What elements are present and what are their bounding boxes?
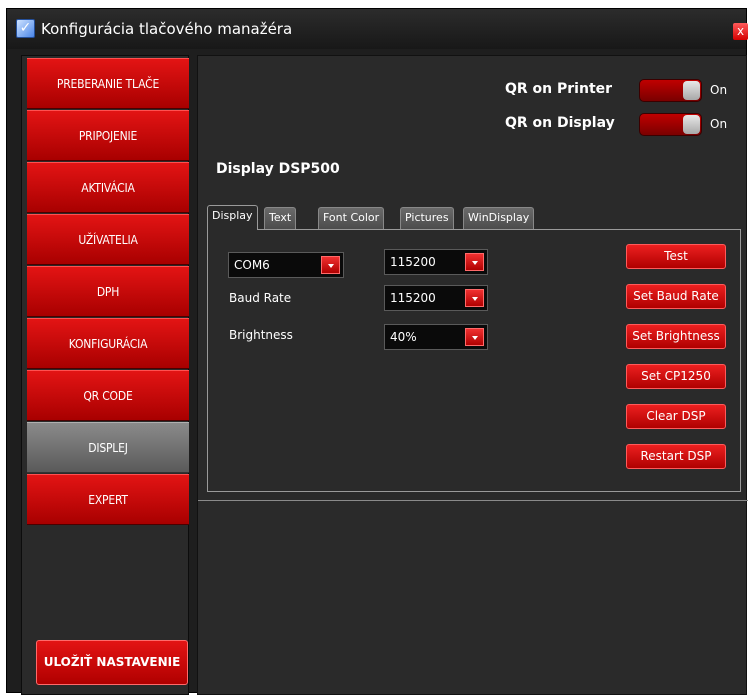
chevron-down-icon — [465, 253, 484, 271]
main-panel: QR on Printer On QR on Display On Displa… — [197, 55, 748, 695]
sidebar: PREBERANIE TLAČE PRIPOJENIE AKTIVÁCIA UŽ… — [21, 55, 189, 695]
restart-dsp-button[interactable]: Restart DSP — [626, 444, 726, 469]
baud-rate-label: Baud Rate — [229, 291, 292, 305]
sidebar-item-aktivacia[interactable]: AKTIVÁCIA — [27, 162, 189, 213]
sidebar-item-konfiguracia[interactable]: KONFIGURÁCIA — [27, 318, 189, 369]
qr-display-state: On — [710, 117, 728, 131]
title-bar: ✓ Konfigurácia tlačového manažéra x — [7, 9, 748, 49]
sidebar-item-qr-code[interactable]: QR CODE — [27, 370, 189, 421]
com-port-value: COM6 — [234, 258, 270, 272]
window-title: Konfigurácia tlačového manažéra — [41, 20, 293, 38]
qr-printer-label: QR on Printer — [505, 81, 613, 97]
chevron-down-icon — [465, 328, 484, 346]
baud-rate-select[interactable]: 115200 — [384, 285, 488, 311]
sidebar-item-uzivatelia[interactable]: UŽÍVATELIA — [27, 214, 189, 265]
qr-display-toggle[interactable] — [639, 113, 702, 136]
sidebar-item-expert[interactable]: EXPERT — [27, 474, 189, 525]
qr-display-label: QR on Display — [505, 115, 615, 131]
brightness-select[interactable]: 40% — [384, 324, 488, 350]
clear-dsp-button[interactable]: Clear DSP — [626, 404, 726, 429]
app-icon: ✓ — [16, 19, 35, 38]
sidebar-item-dph[interactable]: DPH — [27, 266, 189, 317]
tab-font-color[interactable]: Font Color — [318, 207, 385, 229]
sidebar-item-displej[interactable]: DISPLEJ — [27, 422, 189, 473]
section-title: Display DSP500 — [216, 161, 340, 177]
sidebar-item-pripojenie[interactable]: PRIPOJENIE — [27, 110, 189, 161]
brightness-label: Brightness — [229, 328, 293, 342]
sidebar-item-preberanie-tlace[interactable]: PREBERANIE TLAČE — [27, 58, 189, 109]
qr-printer-toggle[interactable] — [639, 79, 702, 102]
com-port-select[interactable]: COM6 — [228, 252, 344, 278]
tab-windisplay[interactable]: WinDisplay — [463, 207, 535, 229]
toggle-knob — [683, 81, 700, 100]
chevron-down-icon — [465, 289, 484, 307]
save-settings-button[interactable]: ULOŽIŤ NASTAVENIE — [36, 640, 188, 685]
tab-pictures[interactable]: Pictures — [400, 207, 454, 229]
tab-text[interactable]: Text — [264, 207, 297, 229]
close-button[interactable]: x — [733, 23, 748, 40]
port-baud-select[interactable]: 115200 — [384, 249, 488, 275]
tab-display[interactable]: Display — [207, 205, 258, 230]
set-baud-rate-button[interactable]: Set Baud Rate — [626, 284, 726, 309]
baud-rate-value: 115200 — [390, 291, 436, 305]
test-button[interactable]: Test — [626, 244, 726, 269]
qr-printer-state: On — [710, 83, 728, 97]
divider — [198, 500, 748, 501]
set-cp1250-button[interactable]: Set CP1250 — [626, 364, 726, 389]
set-brightness-button[interactable]: Set Brightness — [626, 324, 726, 349]
port-baud-value: 115200 — [390, 255, 436, 269]
brightness-value: 40% — [390, 330, 417, 344]
toggle-knob — [683, 115, 700, 134]
config-window: ✓ Konfigurácia tlačového manažéra x PREB… — [6, 8, 748, 695]
chevron-down-icon — [321, 256, 340, 274]
